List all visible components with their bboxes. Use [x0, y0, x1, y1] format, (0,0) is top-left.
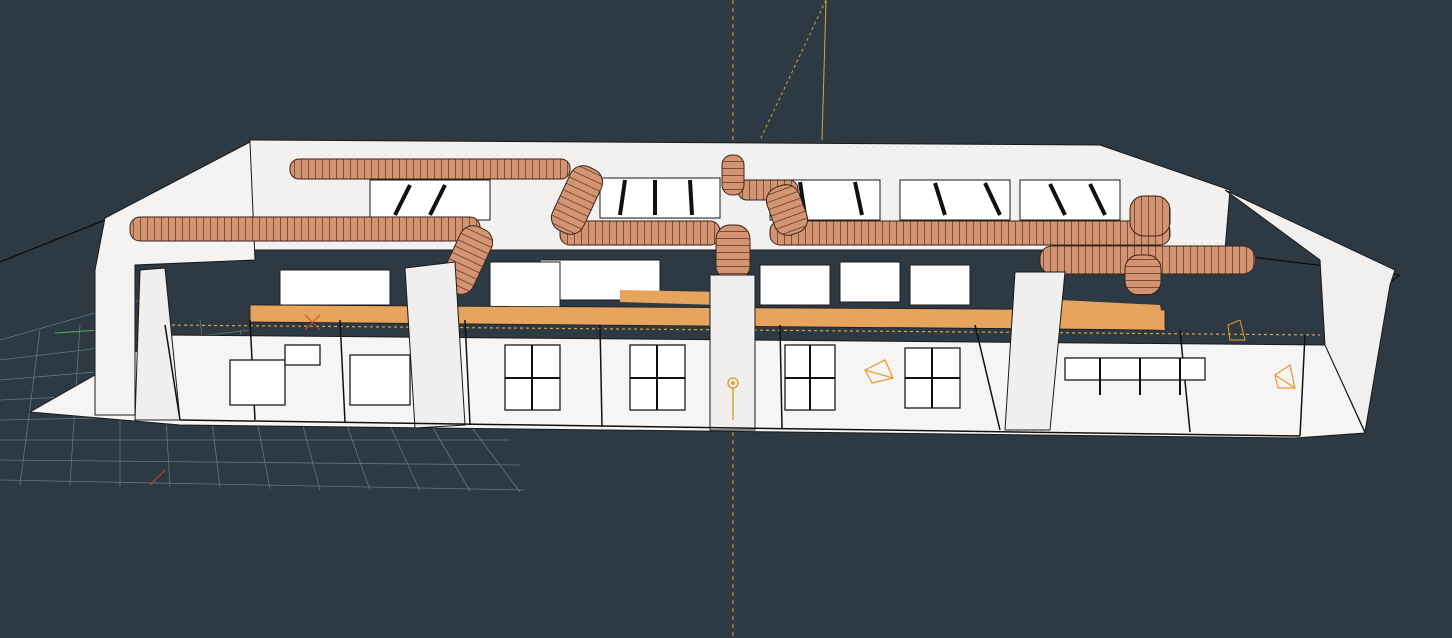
grid-axis-green [54, 329, 101, 334]
duct-run-7 [1129, 195, 1171, 237]
3d-viewport[interactable] [0, 0, 1452, 638]
duct-run-2 [129, 216, 481, 242]
duct-run-1 [289, 158, 571, 180]
scene-canvas[interactable] [0, 0, 1452, 638]
light-direction-line [759, 0, 827, 141]
duct-run-4 [769, 220, 1171, 246]
duct-riser-4 [721, 154, 745, 196]
light-direction-line-2 [821, 0, 827, 141]
camera-icon-2[interactable] [1227, 319, 1246, 341]
beam-band-highlight-2 [1060, 300, 1165, 330]
duct-riser-6 [1124, 254, 1162, 296]
duct-riser-3 [715, 224, 751, 281]
beam-band-highlight [620, 290, 720, 305]
